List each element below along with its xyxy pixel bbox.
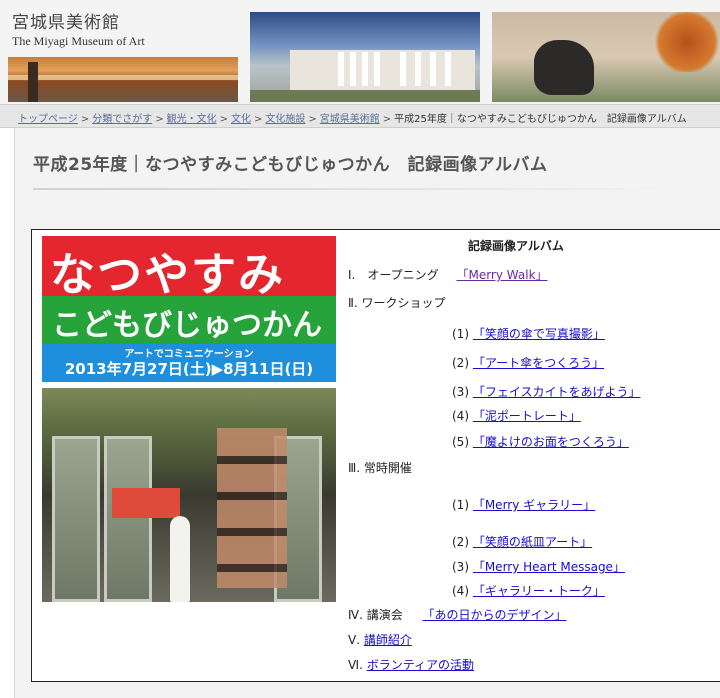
breadcrumb-link-culture[interactable]: 文化: [231, 114, 251, 125]
logo-english: The Miyagi Museum of Art: [12, 34, 145, 48]
breadcrumb-separator: >: [219, 114, 228, 125]
link-merry-walk[interactable]: 「Merry Walk」: [456, 268, 547, 282]
breadcrumb-link-tourism[interactable]: 観光・文化: [167, 114, 217, 125]
link-paper-plate-art[interactable]: 「笑顔の紙皿アート」: [473, 535, 592, 549]
list-item-workshop-1: (1) 「笑顔の傘で写真撮影」: [452, 325, 605, 342]
breadcrumb-link-facilities[interactable]: 文化施設: [265, 114, 305, 125]
title-divider: [33, 188, 687, 190]
list-item-workshop-5: (5) 「魔よけのお面をつくろう」: [452, 433, 629, 450]
link-volunteer-activities[interactable]: ボランティアの活動: [367, 658, 474, 672]
breadcrumb: トップページ > 分類でさがす > 観光・文化 > 文化 > 文化施設 > 宮城県美術館 > 平成25年…: [0, 104, 720, 128]
list-item-lecture: Ⅳ. 講演会 「あの日からのデザイン」: [348, 606, 567, 623]
link-art-umbrella[interactable]: 「アート傘をつくろう」: [473, 356, 604, 370]
site-logo[interactable]: 宮城県美術館 The Miyagi Museum of Art: [12, 8, 145, 49]
section-label: Ⅲ. 常時開催: [348, 461, 412, 475]
breadcrumb-separator: >: [253, 114, 263, 125]
main-content: 平成25年度｜なつやすみこどもびじゅつかん 記録画像アルバム なつやすみ こども…: [14, 128, 720, 698]
item-number: (1): [452, 327, 469, 341]
list-item-workshop-4: (4) 「泥ポートレート」: [452, 407, 581, 424]
link-design-since-that-day[interactable]: 「あの日からのデザイン」: [423, 608, 567, 622]
link-face-kite[interactable]: 「フェイスカイトをあげよう」: [473, 385, 641, 399]
item-number: (3): [452, 385, 469, 399]
list-item-regular-4: (4) 「ギャラリー・トーク」: [452, 582, 605, 599]
breadcrumb-link-museum[interactable]: 宮城県美術館: [320, 114, 380, 125]
item-number: (1): [452, 498, 469, 512]
list-item-regular-2: (2) 「笑顔の紙皿アート」: [452, 533, 592, 550]
section-label: Ⅰ. オープニング: [348, 268, 439, 282]
item-number: (2): [452, 356, 469, 370]
album-heading: 記録画像アルバム: [468, 239, 564, 253]
item-number: (4): [452, 409, 469, 423]
list-item-lecturer: Ⅴ. 講師紹介: [348, 631, 412, 648]
header-photo-sculpture: [492, 12, 720, 102]
breadcrumb-separator: >: [382, 114, 392, 125]
logo-japanese: 宮城県美術館: [12, 13, 120, 33]
link-lecturer-profile[interactable]: 講師紹介: [364, 633, 412, 647]
link-merry-heart-message[interactable]: 「Merry Heart Message」: [473, 560, 625, 574]
link-amulet-mask[interactable]: 「魔よけのお面をつくろう」: [473, 435, 629, 449]
list-item-volunteer: Ⅵ. ボランティアの活動: [348, 656, 474, 673]
list-item-workshop-2: (2) 「アート傘をつくろう」: [452, 354, 604, 371]
poster-title-line1: なつやすみ: [50, 248, 286, 301]
link-gallery-talk[interactable]: 「ギャラリー・トーク」: [473, 584, 605, 598]
event-poster: なつやすみ こどもびじゅつかん アートでコミュニケーション 2013年7月27日…: [42, 236, 336, 602]
item-number: (3): [452, 560, 469, 574]
breadcrumb-separator: >: [308, 114, 317, 125]
section-label: Ⅵ.: [348, 658, 363, 672]
breadcrumb-link-category[interactable]: 分類でさがす: [92, 114, 152, 125]
page-title: 平成25年度｜なつやすみこどもびじゅつかん 記録画像アルバム: [33, 155, 548, 175]
breadcrumb-current: 平成25年度｜なつやすみこどもびじゅつかん 記録画像アルバム: [394, 114, 687, 125]
album-box: なつやすみ こどもびじゅつかん アートでコミュニケーション 2013年7月27日…: [31, 229, 720, 682]
item-number: (5): [452, 435, 469, 449]
header-photo-building: [250, 12, 480, 102]
poster-entrance-photo: [42, 388, 336, 602]
item-number: (2): [452, 535, 469, 549]
list-item-workshop-3: (3) 「フェイスカイトをあげよう」: [452, 383, 640, 400]
list-item-regular: Ⅲ. 常時開催: [348, 459, 412, 476]
section-label: Ⅱ. ワークショップ: [348, 296, 446, 310]
breadcrumb-separator: >: [80, 114, 90, 125]
breadcrumb-separator: >: [155, 114, 164, 125]
breadcrumb-link-top[interactable]: トップページ: [18, 114, 78, 125]
section-label: Ⅴ.: [348, 633, 361, 647]
list-item-opening: Ⅰ. オープニング 「Merry Walk」: [348, 266, 548, 283]
list-item-regular-3: (3) 「Merry Heart Message」: [452, 558, 625, 575]
list-item-regular-1: (1) 「Merry ギャラリー」: [452, 496, 595, 513]
link-smile-umbrella-photo[interactable]: 「笑顔の傘で写真撮影」: [473, 327, 605, 341]
link-merry-gallery[interactable]: 「Merry ギャラリー」: [473, 498, 595, 512]
link-mud-portrait[interactable]: 「泥ポートレート」: [473, 409, 581, 423]
list-item-workshop: Ⅱ. ワークショップ: [348, 294, 446, 311]
site-header: 宮城県美術館 The Miyagi Museum of Art: [0, 0, 720, 104]
poster-title-line2: こどもびじゅつかん: [52, 308, 322, 343]
header-photo-lobby: [8, 57, 238, 102]
entrance-sign: [112, 488, 180, 518]
poster-dates: 2013年7月27日(土)▶8月11日(日): [64, 360, 314, 378]
item-number: (4): [452, 584, 469, 598]
section-label: Ⅳ. 講演会: [348, 608, 403, 622]
